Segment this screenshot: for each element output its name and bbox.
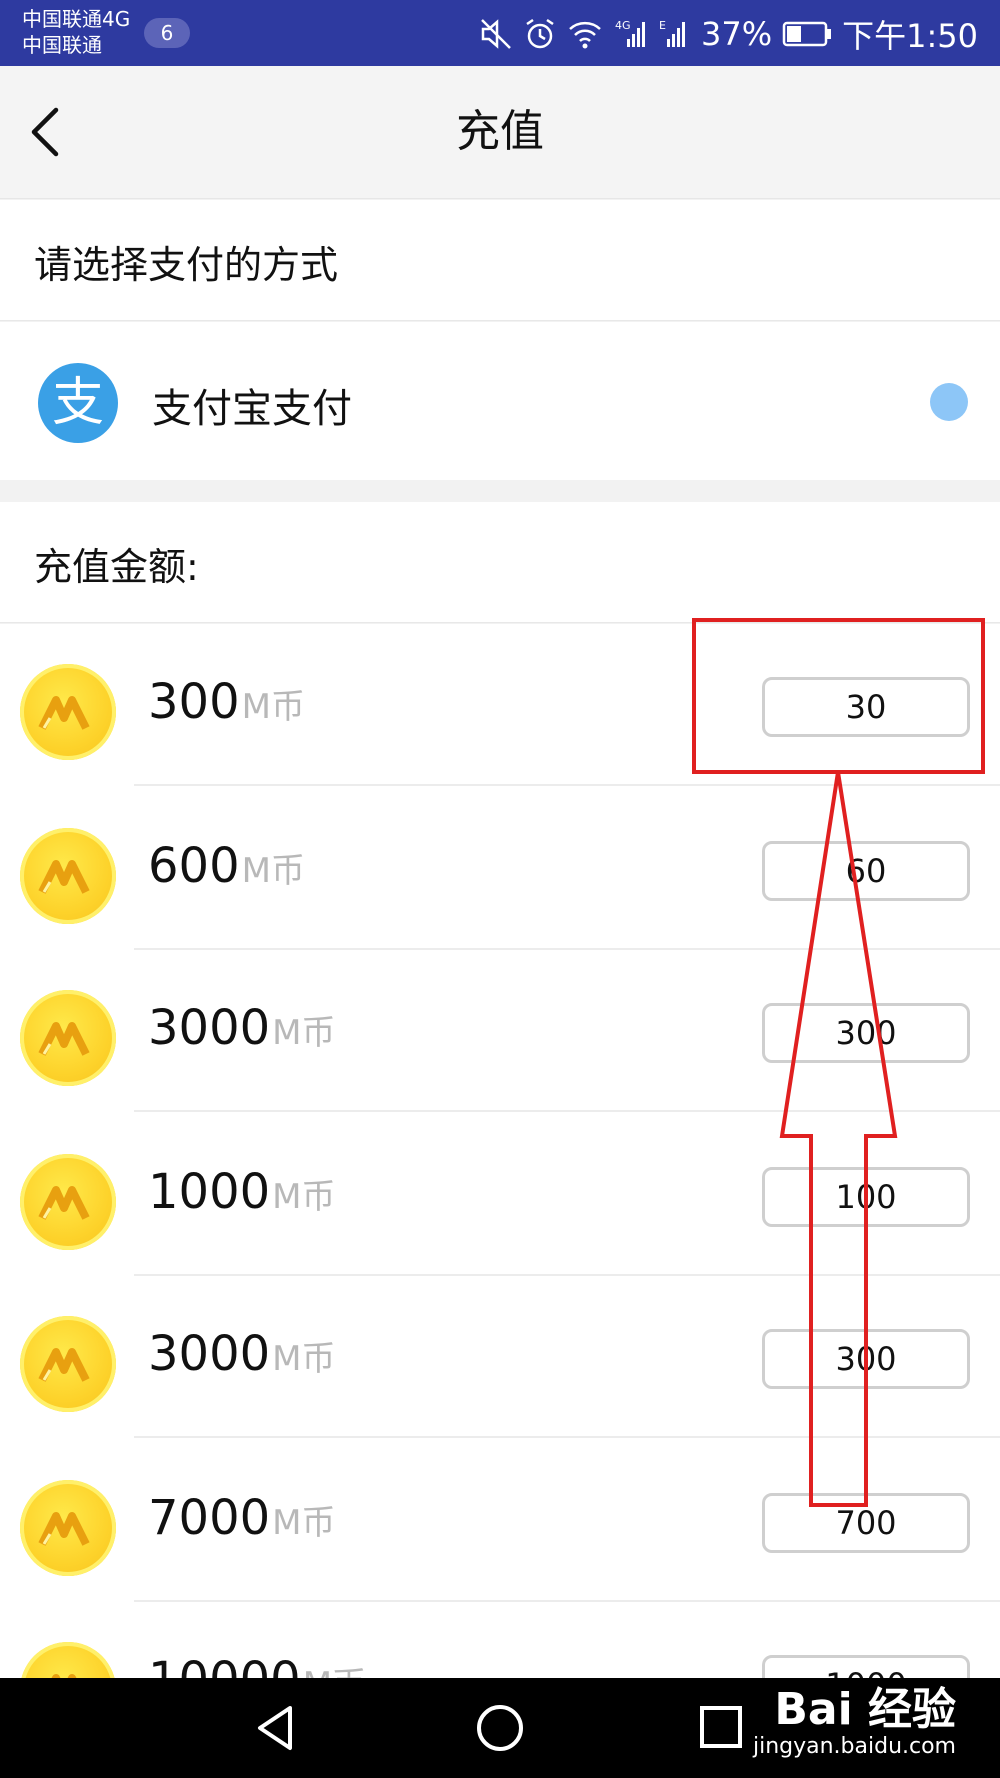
recharge-amount-label: 充值金额: — [34, 545, 199, 589]
alipay-icon: 支 — [38, 363, 118, 443]
coin-unit: M币 — [272, 1013, 336, 1053]
coin-unit: M币 — [241, 687, 305, 727]
recharge-amount-header: 充值金额: — [0, 502, 1000, 623]
battery-percent: 37% — [701, 15, 773, 53]
price-button[interactable]: 300 — [762, 1329, 970, 1389]
coin-amount: 3000M币 — [148, 1324, 336, 1389]
top-nav-bar: 充值 — [0, 66, 1000, 199]
coin-amount: 300M币 — [148, 672, 305, 737]
coin-amount: 7000M币 — [148, 1488, 336, 1553]
m-coin-icon — [20, 828, 116, 924]
status-bar: 中国联通4G 中国联通 6 4G E 37% 下午1:50 — [0, 0, 1000, 66]
coin-unit: M币 — [272, 1339, 336, 1379]
m-coin-icon — [20, 664, 116, 760]
recharge-option[interactable]: 3000M币 300 — [0, 1276, 1000, 1438]
alarm-icon — [523, 17, 557, 51]
payment-option-label: 支付宝支付 — [152, 386, 352, 432]
row-divider — [134, 1110, 1000, 1112]
signal-e-icon: E — [657, 17, 691, 51]
m-coin-icon — [20, 1480, 116, 1576]
m-coin-icon — [20, 1154, 116, 1250]
recharge-option[interactable]: 7000M币 700 — [0, 1440, 1000, 1602]
coin-amount: 3000M币 — [148, 998, 336, 1063]
recharge-option[interactable]: 10000M币 1000 — [0, 1602, 1000, 1678]
recharge-options-list: 300M币 30 600M币 60 3000M币 300 1000M币 100 … — [0, 624, 1000, 1678]
price-button[interactable]: 1000 — [762, 1655, 970, 1678]
watermark-sub: jingyan.baidu.com — [752, 1734, 956, 1759]
coin-amount: 1000M币 — [148, 1162, 336, 1227]
recharge-option[interactable]: 3000M币 300 — [0, 950, 1000, 1112]
coin-unit: M币 — [272, 1503, 336, 1543]
payment-radio-selected[interactable] — [930, 383, 968, 421]
status-icons: 4G E 37% 下午1:50 — [479, 12, 978, 56]
nav-recent-apps-icon[interactable] — [696, 1702, 748, 1754]
payment-method-label: 请选择支付的方式 — [34, 243, 339, 287]
m-coin-icon — [20, 1316, 116, 1412]
notification-badge: 6 — [144, 18, 190, 48]
watermark-main: Bai 经验 — [774, 1684, 956, 1735]
wifi-icon — [567, 17, 603, 51]
baidu-watermark: Bai 经验 jingyan.baidu.com — [753, 1686, 956, 1760]
system-nav-bar: Bai 经验 jingyan.baidu.com — [0, 1678, 1000, 1778]
svg-text:E: E — [659, 19, 666, 32]
coin-count: 10000 — [148, 1652, 301, 1678]
row-divider — [134, 1436, 1000, 1438]
coin-count: 7000 — [148, 1490, 271, 1546]
coin-unit: M币 — [272, 1177, 336, 1217]
row-divider — [134, 784, 1000, 786]
svg-text:4G: 4G — [615, 19, 631, 32]
coin-count: 3000 — [148, 1000, 271, 1056]
nav-back-icon[interactable] — [250, 1702, 302, 1754]
price-button[interactable]: 700 — [762, 1493, 970, 1553]
coin-count: 3000 — [148, 1326, 271, 1382]
carrier-info: 中国联通4G 中国联通 — [22, 6, 130, 58]
payment-option-alipay[interactable]: 支 支付宝支付 — [0, 322, 1000, 480]
recharge-option[interactable]: 1000M币 100 — [0, 1114, 1000, 1276]
coin-count: 600 — [148, 838, 240, 894]
coin-amount: 600M币 — [148, 836, 305, 901]
recharge-option[interactable]: 300M币 30 — [0, 624, 1000, 786]
coin-unit: M币 — [303, 1665, 366, 1678]
payment-method-header: 请选择支付的方式 — [0, 200, 1000, 321]
price-button[interactable]: 60 — [762, 841, 970, 901]
coin-amount: 10000M币 — [148, 1650, 366, 1678]
clock-time: 下午1:50 — [842, 17, 978, 55]
price-button[interactable]: 30 — [762, 677, 970, 737]
nav-home-icon[interactable] — [474, 1702, 526, 1754]
coin-count: 1000 — [148, 1164, 271, 1220]
carrier-1: 中国联通4G — [22, 7, 131, 31]
m-coin-icon — [20, 990, 116, 1086]
signal-4g-icon: 4G — [613, 17, 647, 51]
battery-icon — [782, 20, 832, 48]
recharge-option[interactable]: 600M币 60 — [0, 788, 1000, 950]
carrier-2: 中国联通 — [22, 33, 102, 57]
price-button[interactable]: 300 — [762, 1003, 970, 1063]
price-button[interactable]: 100 — [762, 1167, 970, 1227]
coin-count: 300 — [148, 674, 240, 730]
mute-icon — [479, 17, 513, 51]
coin-unit: M币 — [241, 851, 305, 891]
m-coin-icon — [20, 1642, 116, 1678]
page-title: 充值 — [456, 106, 544, 157]
